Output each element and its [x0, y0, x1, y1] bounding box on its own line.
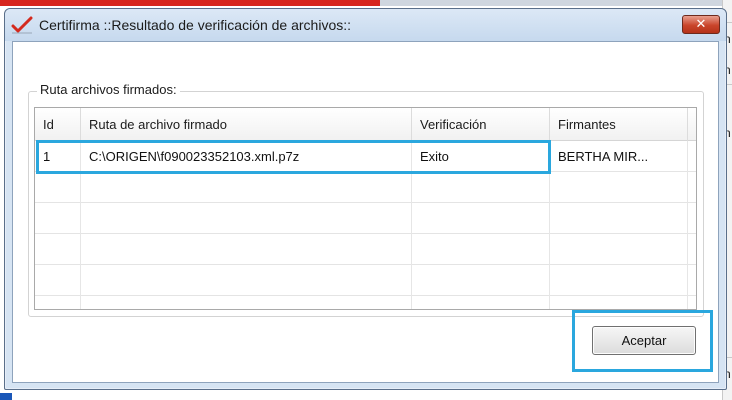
empty-cell	[35, 172, 81, 203]
table-row[interactable]: 1 C:\ORIGEN\f090023352103.xml.p7z Exito …	[35, 141, 696, 172]
empty-table-row	[35, 234, 696, 265]
cell-filler	[688, 141, 696, 172]
empty-cell	[81, 296, 412, 309]
empty-table-row	[35, 203, 696, 234]
accept-button[interactable]: Aceptar	[592, 326, 696, 355]
empty-cell	[35, 265, 81, 296]
column-header-ruta[interactable]: Ruta de archivo firmado	[81, 108, 412, 141]
signed-files-groupbox: Ruta archivos firmados: Id Ruta de archi…	[28, 82, 704, 317]
groupbox-label: Ruta archivos firmados:	[37, 82, 180, 97]
empty-cell	[550, 296, 688, 309]
background-blue-marker	[0, 393, 12, 400]
background-red-strip	[0, 0, 380, 6]
column-header-verificacion[interactable]: Verificación	[412, 108, 550, 141]
results-table[interactable]: Id Ruta de archivo firmado Verificación …	[34, 107, 697, 310]
empty-table-row	[35, 172, 696, 203]
empty-cell	[35, 234, 81, 265]
empty-cell	[550, 265, 688, 296]
empty-cell	[550, 234, 688, 265]
empty-cell	[412, 172, 550, 203]
cell-id: 1	[35, 141, 81, 172]
cell-firmantes: BERTHA MIR...	[550, 141, 688, 172]
table-header: Id Ruta de archivo firmado Verificación …	[35, 108, 696, 141]
empty-table-row	[35, 296, 696, 309]
cell-ruta: C:\ORIGEN\f090023352103.xml.p7z	[81, 141, 412, 172]
cell-verificacion: Exito	[412, 141, 550, 172]
empty-cell	[35, 203, 81, 234]
empty-cell	[550, 172, 688, 203]
empty-cell	[35, 296, 81, 309]
empty-cell	[81, 234, 412, 265]
dialog-titlebar[interactable]: Certifirma ::Resultado de verificación d…	[5, 9, 726, 41]
verification-result-dialog: Certifirma ::Resultado de verificación d…	[4, 8, 727, 390]
close-icon: ✕	[695, 17, 707, 32]
checkmark-red-icon	[11, 15, 33, 35]
empty-cell	[550, 203, 688, 234]
dialog-title: Certifirma ::Resultado de verificación d…	[39, 17, 352, 33]
empty-cell	[81, 203, 412, 234]
empty-table-row	[35, 265, 696, 296]
empty-cell	[412, 234, 550, 265]
column-header-id[interactable]: Id	[35, 108, 81, 141]
empty-cell	[412, 265, 550, 296]
background-top-bar	[380, 0, 732, 6]
close-button[interactable]: ✕	[682, 15, 720, 34]
column-header-firmantes[interactable]: Firmantes	[550, 108, 688, 141]
empty-cell	[81, 265, 412, 296]
empty-cell	[81, 172, 412, 203]
empty-cell	[412, 296, 550, 309]
empty-cell	[412, 203, 550, 234]
